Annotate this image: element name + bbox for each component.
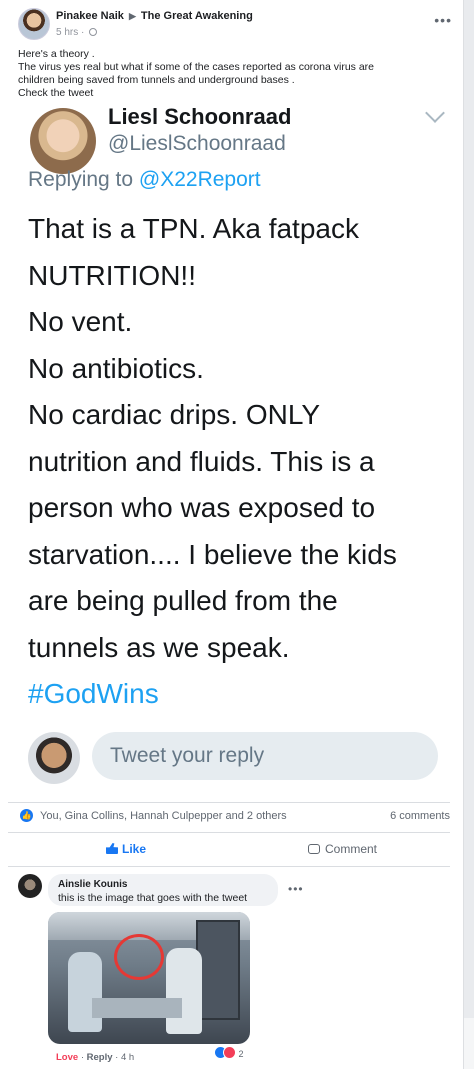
facebook-post: Pinakee Naik ▶ The Great Awakening 5 hrs… (0, 0, 464, 1069)
photo-door (196, 920, 240, 1020)
tweet-screenshot[interactable]: Liesl Schoonraad @LieslSchoonraad Replyi… (6, 106, 462, 718)
tweet-line: nutrition and fluids. This is a (28, 445, 375, 477)
reaction-names[interactable]: You, Gina Collins, Hannah Culpepper and … (40, 810, 287, 822)
reply-link[interactable]: Reply (87, 1052, 113, 1063)
like-reaction-icon: 👍 (20, 809, 33, 822)
love-link[interactable]: Love (56, 1052, 78, 1063)
red-circle-annotation (114, 934, 164, 980)
like-button[interactable]: Like (106, 842, 146, 856)
reactions-bar: 👍 You, Gina Collins, Hannah Culpepper an… (18, 808, 450, 824)
tweet-line: No vent. (28, 306, 133, 337)
comment-text: this is the image that goes with the twe… (58, 892, 248, 904)
thumbs-up-icon (106, 843, 118, 854)
comment-time[interactable]: 4 h (121, 1052, 134, 1063)
comment-label: Comment (325, 842, 378, 856)
tweet-reply-bar: Tweet your reply (6, 718, 462, 800)
commenter-avatar[interactable] (18, 874, 42, 898)
divider (8, 866, 450, 867)
tweet-hashtag: #GodWins (28, 678, 159, 709)
comment-reaction-count: 2 (238, 1049, 244, 1059)
divider (8, 802, 450, 803)
post-header: Pinakee Naik ▶ The Great Awakening 5 hrs… (18, 8, 458, 44)
love-reaction-icon (223, 1046, 236, 1059)
comments-count[interactable]: 6 comments (390, 810, 450, 822)
tweet-line: No cardiac drips. ONLY (28, 399, 321, 430)
divider (8, 832, 450, 833)
tweet-author-avatar (30, 108, 96, 174)
tweet-line: That is a TPN. Aka fatpack (28, 213, 359, 244)
post-actions: Like Comment (8, 838, 450, 864)
reply-avatar (28, 732, 80, 784)
tweet-author-name: Liesl Schoonraad (108, 106, 292, 129)
tweet-author-handle: @LieslSchoonraad (108, 132, 286, 155)
author-avatar[interactable] (18, 8, 50, 40)
comment-bubble: Ainslie Kounis this is the image that go… (48, 874, 278, 906)
tweet-line: starvation.... I believe the kids (28, 538, 397, 570)
commenter-name[interactable]: Ainslie Kounis (58, 879, 127, 890)
photo-figure (68, 952, 102, 1032)
post-text-line: The virus yes real but what if some of t… (18, 61, 375, 73)
photo-stretcher (92, 998, 182, 1018)
post-text-line: children being saved from tunnels and un… (18, 74, 295, 86)
comment: Ainslie Kounis this is the image that go… (18, 874, 458, 1069)
like-label: Like (122, 842, 147, 856)
replying-prefix: Replying to (28, 168, 139, 191)
tweet-line: NUTRITION!! (28, 259, 196, 291)
comment-image[interactable] (48, 912, 250, 1044)
comment-button[interactable]: Comment (308, 842, 377, 856)
group-name[interactable]: The Great Awakening (141, 10, 253, 22)
replying-handle: @X22Report (138, 168, 261, 191)
comment-icon (308, 844, 320, 854)
post-time[interactable]: 5 hrs · (56, 27, 84, 38)
comment-reactions[interactable]: 2 (214, 1046, 244, 1060)
more-options-icon[interactable]: ••• (434, 12, 452, 28)
post-author-line: Pinakee Naik ▶ The Great Awakening (56, 10, 253, 22)
tweet-reply-input: Tweet your reply (92, 732, 438, 780)
tweet-line: person who was exposed to (28, 492, 376, 523)
tweet-line: are being pulled from the (28, 585, 338, 616)
caret-right-icon: ▶ (128, 11, 136, 21)
tweet-line: tunnels as we speak. (28, 631, 290, 663)
comment-options-icon[interactable]: ••• (288, 882, 304, 896)
photo-figure (166, 948, 202, 1034)
comment-meta: Love · Reply · 4 h (56, 1052, 135, 1063)
post-text-line: Check the tweet (18, 87, 94, 99)
tweet-body: That is a TPN. Aka fatpack NUTRITION!! N… (28, 206, 397, 718)
post-text-line: Here's a theory . (18, 48, 95, 60)
post-text: Here's a theory . The virus yes real but… (18, 48, 448, 100)
page-edge (464, 1018, 474, 1069)
tweet-line: No antibiotics. (28, 352, 204, 384)
post-meta: 5 hrs · (56, 27, 98, 38)
tweet-replying-to: Replying to @X22Report (28, 168, 261, 192)
chevron-down-icon (425, 106, 445, 123)
globe-icon (89, 28, 98, 36)
author-name[interactable]: Pinakee Naik (56, 10, 124, 22)
